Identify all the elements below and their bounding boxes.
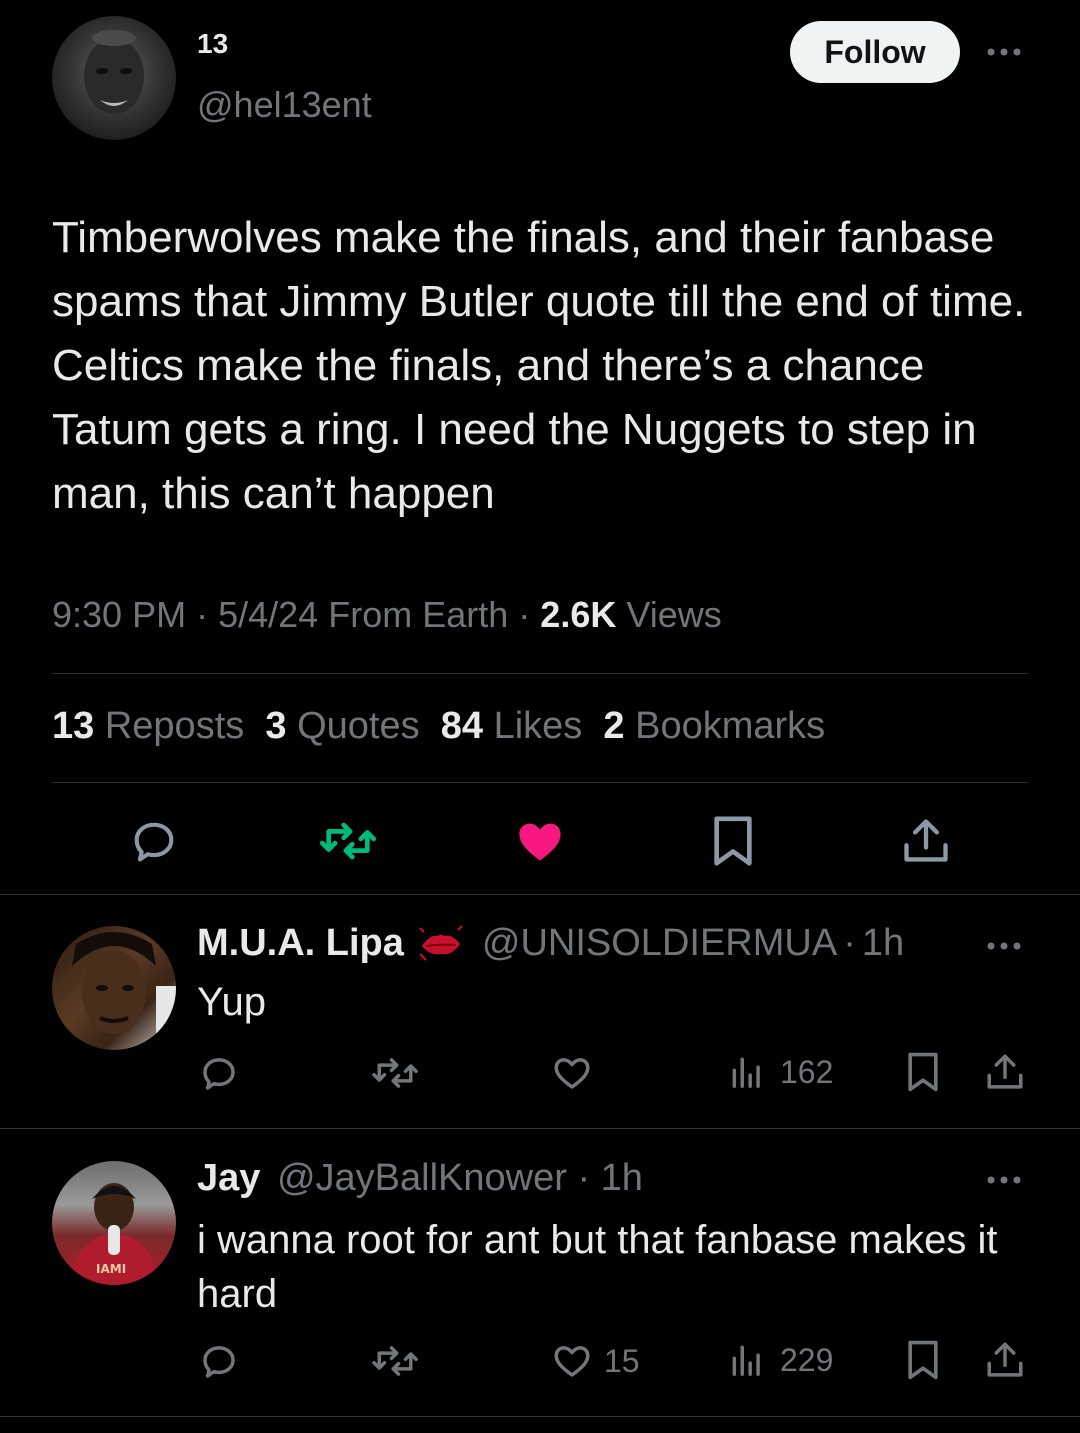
author-display-name[interactable]: 13 xyxy=(197,28,228,60)
reply-avatar[interactable]: IAMI xyxy=(52,1161,176,1285)
follow-button[interactable]: Follow xyxy=(790,21,960,83)
quotes-stat[interactable]: 3 Quotes xyxy=(265,705,419,747)
reposts-stat[interactable]: 13 Reposts xyxy=(52,705,244,747)
reply-avatar[interactable] xyxy=(52,926,176,1050)
author-handle[interactable]: @hel13ent xyxy=(197,84,372,126)
like-button[interactable]: 15 xyxy=(550,1340,640,1382)
likes-stat[interactable]: 84 Likes xyxy=(441,705,583,747)
bookmark-icon[interactable] xyxy=(904,1338,942,1382)
divider xyxy=(52,782,1028,783)
reply-text: Yup xyxy=(197,980,266,1024)
separator: · xyxy=(843,922,856,964)
more-options-icon[interactable] xyxy=(984,1168,1024,1192)
reply-icon[interactable] xyxy=(198,1052,240,1094)
views-button[interactable]: 229 xyxy=(728,1340,833,1380)
bookmark-icon[interactable] xyxy=(904,1050,942,1094)
like-icon xyxy=(550,1340,594,1382)
share-icon[interactable] xyxy=(900,813,952,869)
views-count: 162 xyxy=(780,1053,834,1090)
bookmarks-stat[interactable]: 2 Bookmarks xyxy=(603,705,825,747)
reply-text: i wanna root for ant but that fanbase ma… xyxy=(197,1218,998,1316)
likes-count: 84 xyxy=(440,705,484,747)
quotes-label: Quotes xyxy=(297,705,420,747)
reply-display-name[interactable]: Jay xyxy=(197,1157,260,1199)
repost-icon[interactable] xyxy=(370,1052,420,1094)
reply-handle[interactable]: @JayBallKnower xyxy=(277,1157,567,1199)
divider xyxy=(52,673,1028,674)
views-button[interactable]: 162 xyxy=(728,1052,833,1092)
divider xyxy=(0,1416,1080,1417)
bookmark-icon[interactable] xyxy=(708,813,758,869)
repost-icon[interactable] xyxy=(370,1340,420,1382)
like-icon[interactable] xyxy=(513,815,567,867)
reposts-label: Reposts xyxy=(104,705,245,747)
views-label: Views xyxy=(626,594,722,635)
reply-time[interactable]: 1h xyxy=(601,1157,643,1199)
tweet-time[interactable]: 9:30 PM xyxy=(52,594,186,635)
separator: · xyxy=(518,594,531,635)
repost-icon[interactable] xyxy=(318,815,378,867)
more-options-icon[interactable] xyxy=(984,40,1024,64)
tweet-meta: 9:30 PM · 5/4/24 From Earth · 2.6K Views xyxy=(52,594,722,636)
reply-time[interactable]: 1h xyxy=(862,922,904,965)
divider xyxy=(0,1128,1080,1129)
quotes-count: 3 xyxy=(265,705,287,747)
views-count: 2.6K xyxy=(540,594,617,635)
reply-icon[interactable] xyxy=(198,1340,240,1382)
like-icon[interactable] xyxy=(550,1052,594,1094)
follow-button-label: Follow xyxy=(824,33,926,70)
views-icon xyxy=(728,1340,766,1380)
views-count: 229 xyxy=(780,1341,834,1378)
reply-header: M.U.A. Lipa @UNISOLDIERMUA · 1h xyxy=(197,922,904,965)
tweet-source: From Earth xyxy=(328,594,509,635)
reply-header: Jay @JayBallKnower · 1h xyxy=(197,1157,643,1200)
tweet-text: Timberwolves make the finals, and their … xyxy=(52,213,1026,518)
reply-icon[interactable] xyxy=(128,815,180,867)
tweet-stats: 13 Reposts 3 Quotes 84 Likes 2 Bookmarks xyxy=(52,705,825,748)
svg-text:IAMI: IAMI xyxy=(96,1262,126,1276)
likes-count: 15 xyxy=(604,1342,640,1379)
share-icon[interactable] xyxy=(984,1050,1026,1094)
reply-handle[interactable]: @UNISOLDIERMUA xyxy=(482,922,837,965)
more-options-icon[interactable] xyxy=(984,934,1024,958)
separator: · xyxy=(577,1157,591,1199)
bookmarks-count: 2 xyxy=(603,705,625,747)
separator: · xyxy=(196,594,209,635)
views-icon xyxy=(728,1052,766,1092)
tweet-date[interactable]: 5/4/24 xyxy=(218,594,318,635)
lips-emoji-icon xyxy=(418,924,464,964)
reply-display-name[interactable]: M.U.A. Lipa xyxy=(197,922,404,965)
divider xyxy=(0,894,1080,895)
reposts-count: 13 xyxy=(52,705,95,747)
author-avatar[interactable] xyxy=(52,16,176,140)
bookmarks-label: Bookmarks xyxy=(635,705,826,747)
likes-label: Likes xyxy=(493,705,583,747)
share-icon[interactable] xyxy=(984,1338,1026,1382)
